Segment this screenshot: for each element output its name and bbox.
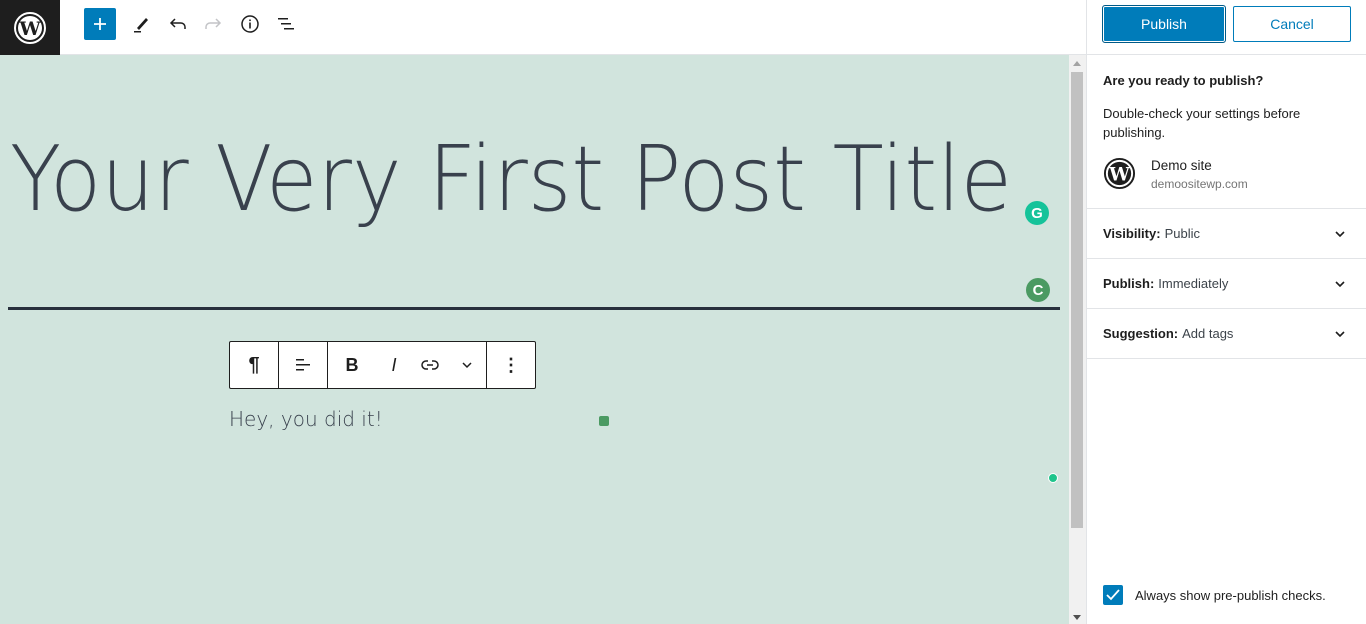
ready-heading: Are you ready to publish? <box>1103 73 1264 88</box>
edit-tool-button[interactable] <box>125 8 157 40</box>
chevron-down-icon <box>1335 231 1345 238</box>
redo-icon <box>205 18 222 29</box>
site-wordpress-icon: W <box>1103 157 1136 190</box>
site-url: demoositewp.com <box>1151 177 1248 191</box>
align-left-icon <box>296 359 310 371</box>
grammarly-inactive-icon[interactable]: C <box>1026 278 1050 302</box>
align-button[interactable] <box>279 342 327 388</box>
editor-top-toolbar: W <box>0 0 1086 55</box>
list-view-button[interactable] <box>270 8 302 40</box>
italic-icon: I <box>391 354 397 375</box>
scroll-up-icon[interactable] <box>1073 61 1081 66</box>
publish-date-panel[interactable]: Publish: Immediately <box>1087 258 1366 308</box>
bold-button[interactable]: B <box>328 342 376 388</box>
paragraph-block[interactable]: Hey, you did it! <box>229 407 383 431</box>
grammarly-marker-icon <box>599 416 609 426</box>
editor-canvas[interactable]: Your Very First Post Title G C ¶ B I ⋮ H… <box>0 55 1069 624</box>
post-title[interactable]: Your Very First Post Title <box>10 127 1012 232</box>
checkmark-icon <box>1106 589 1120 601</box>
bold-icon: B <box>345 354 359 375</box>
wordpress-logo-button[interactable]: W <box>0 0 60 55</box>
details-button[interactable] <box>234 8 266 40</box>
block-toolbar: ¶ B I ⋮ <box>229 341 536 389</box>
pencil-icon <box>134 18 148 33</box>
always-show-checkbox[interactable] <box>1103 585 1123 605</box>
always-show-label[interactable]: Always show pre-publish checks. <box>1135 588 1326 603</box>
chevron-down-icon <box>1335 331 1345 338</box>
paragraph-icon: ¶ <box>248 353 260 376</box>
panel-value: Add tags <box>1182 326 1234 341</box>
undo-icon <box>169 18 186 29</box>
list-view-icon <box>278 18 294 30</box>
info-icon <box>241 15 259 33</box>
panel-value: Public <box>1164 226 1200 241</box>
cancel-button[interactable]: Cancel <box>1233 6 1351 42</box>
panel-label: Visibility: <box>1103 226 1161 241</box>
more-rich-text-button[interactable] <box>448 342 486 388</box>
grammarly-dot-icon[interactable] <box>1048 473 1058 483</box>
block-options-button[interactable]: ⋮ <box>487 342 535 388</box>
panel-divider <box>1087 358 1366 359</box>
undo-button[interactable] <box>162 8 194 40</box>
panel-value: Immediately <box>1158 276 1229 291</box>
site-name: Demo site <box>1151 158 1212 173</box>
publish-button[interactable]: Publish <box>1102 5 1226 43</box>
double-check-text: Double-check your settings before publis… <box>1103 106 1301 140</box>
scrollbar-thumb[interactable] <box>1071 72 1083 528</box>
paragraph-transform-button[interactable]: ¶ <box>230 342 278 388</box>
link-button[interactable] <box>412 342 448 388</box>
plus-icon <box>94 18 106 30</box>
add-block-button[interactable] <box>84 8 116 40</box>
pre-publish-header: Publish Cancel <box>1087 0 1366 55</box>
separator-block[interactable] <box>8 307 1060 310</box>
grammarly-icon[interactable]: G <box>1025 201 1049 225</box>
more-vertical-icon: ⋮ <box>502 354 520 375</box>
redo-button[interactable] <box>197 8 229 40</box>
chevron-down-icon <box>1335 281 1345 288</box>
pre-publish-panel: Publish Cancel Are you ready to publish?… <box>1086 0 1366 624</box>
scroll-down-icon[interactable] <box>1073 615 1081 620</box>
suggestion-panel[interactable]: Suggestion: Add tags <box>1087 308 1366 358</box>
editor-scrollbar[interactable] <box>1069 55 1086 624</box>
wordpress-icon: W <box>14 11 46 44</box>
panel-label: Publish: <box>1103 276 1155 291</box>
panel-label: Suggestion: <box>1103 326 1179 341</box>
svg-text:W: W <box>1108 164 1130 185</box>
svg-text:W: W <box>18 18 41 40</box>
visibility-panel[interactable]: Visibility: Public <box>1087 208 1366 258</box>
italic-button[interactable]: I <box>376 342 412 388</box>
chevron-down-icon <box>462 362 472 369</box>
link-icon <box>421 360 439 370</box>
